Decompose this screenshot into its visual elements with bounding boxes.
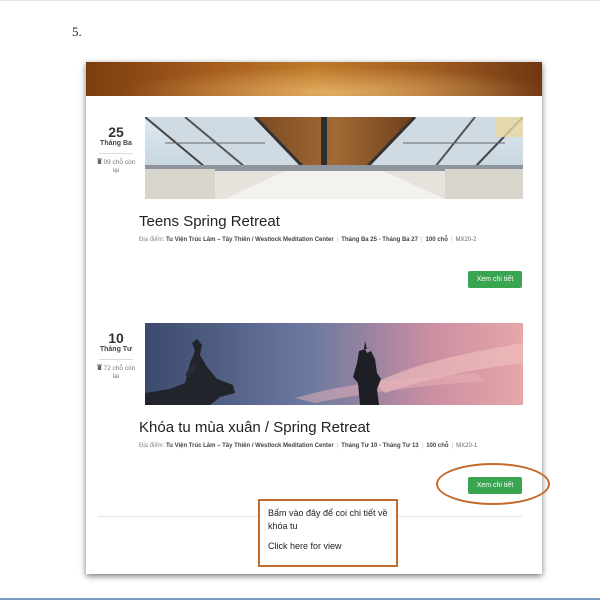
place-label: Địa điểm:	[139, 443, 165, 449]
top-divider	[0, 0, 600, 1]
seats-text: 72 chỗ còn lại	[103, 365, 136, 380]
date-divider	[99, 153, 133, 154]
event-code: MX20-1	[456, 443, 478, 449]
event-date-1: 25 Tháng Ba 99 chỗ còn lại	[96, 124, 136, 175]
highlight-ring	[436, 463, 550, 505]
bottom-divider	[0, 598, 600, 600]
event-title-2[interactable]: Khóa tu mùa xuân / Spring Retreat	[139, 419, 370, 436]
seats-remaining: 72 chỗ còn lại	[96, 364, 136, 381]
event-image-2[interactable]	[145, 323, 523, 405]
seats-text: 99 chỗ còn lại	[103, 159, 136, 174]
event-code: MX20-2	[455, 237, 477, 243]
callout-text-en: Click here for view	[268, 541, 342, 551]
place-label: Địa điểm:	[139, 237, 165, 243]
event-place: Tu Viện Trúc Lâm – Tây Thiên / Westlock …	[166, 237, 334, 243]
event-dates: Tháng Ba 25 - Tháng Ba 27	[341, 237, 418, 243]
annotation-callout: Bấm vào đây để coi chi tiết về khóa tu C…	[258, 499, 398, 567]
view-details-button-1[interactable]: Xem chi tiết	[468, 271, 522, 288]
event-month: Tháng Tư	[99, 346, 133, 353]
event-date-2: 10 Tháng Tư 72 chỗ còn lại	[96, 330, 136, 381]
event-month: Tháng Ba	[100, 140, 132, 147]
trash-icon	[96, 364, 102, 370]
header-banner-image	[86, 62, 542, 96]
event-capacity: 100 chỗ	[426, 443, 449, 449]
event-place: Tu Viện Trúc Lâm – Tây Thiên / Westlock …	[166, 443, 334, 449]
event-meta-2: Địa điểm: Tu Viện Trúc Lâm – Tây Thiên /…	[139, 443, 478, 449]
seats-remaining: 99 chỗ còn lại	[96, 158, 136, 175]
event-title-1[interactable]: Teens Spring Retreat	[139, 213, 280, 230]
step-number: 5.	[72, 24, 82, 39]
event-meta-1: Địa điểm: Tu Viện Trúc Lâm – Tây Thiên /…	[139, 237, 477, 243]
trash-icon	[96, 158, 102, 164]
callout-text-vi: Bấm vào đây để coi chi tiết về khóa tu	[268, 508, 388, 531]
date-divider	[99, 359, 133, 360]
event-capacity: 100 chỗ	[425, 237, 448, 243]
event-day: 10	[108, 330, 124, 346]
event-dates: Tháng Tư 10 - Tháng Tư 13	[341, 443, 419, 449]
event-day: 25	[108, 124, 124, 140]
event-image-1[interactable]	[145, 117, 523, 199]
